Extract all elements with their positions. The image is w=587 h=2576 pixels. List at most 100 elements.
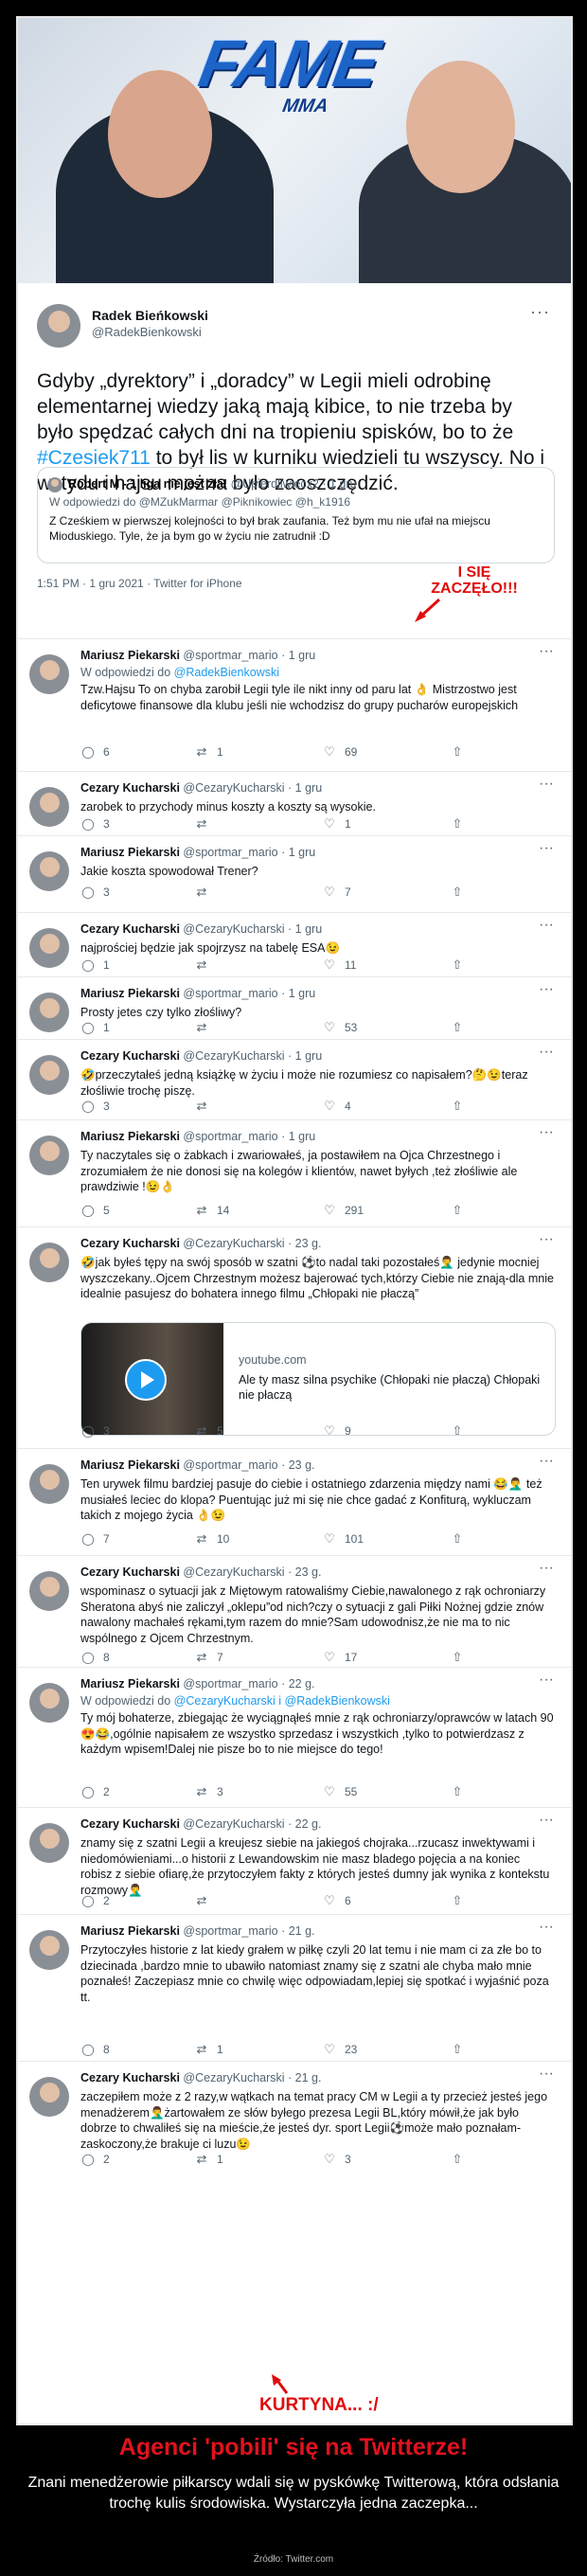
author-name[interactable]: Mariusz Piekarski <box>80 1924 180 1938</box>
author-handle[interactable]: @CezaryKucharski · 21 g. <box>183 2071 321 2084</box>
author-name[interactable]: Cezary Kucharski <box>80 2071 180 2084</box>
author-name[interactable]: Radek Bieńkowski <box>92 308 208 323</box>
more-icon[interactable]: ··· <box>539 1044 554 1061</box>
avatar[interactable] <box>29 1823 69 1863</box>
reply-button[interactable]: ◯ 8 <box>80 2043 109 2056</box>
reply-button[interactable]: ◯ 2 <box>80 2153 109 2166</box>
retweet-button[interactable]: ⇄ 5 <box>194 1424 223 1439</box>
author-name[interactable]: Cezary Kucharski <box>80 1049 180 1063</box>
like-button[interactable]: ♡ 3 <box>322 2153 351 2167</box>
retweet-button[interactable]: ⇄ 7 <box>194 1651 223 1665</box>
avatar[interactable] <box>29 1930 69 1970</box>
like-button[interactable]: ♡ 53 <box>322 1021 357 1035</box>
author-handle[interactable]: @sportmar_mario · 23 g. <box>183 1458 314 1472</box>
avatar[interactable] <box>29 2077 69 2117</box>
video-thumbnail[interactable] <box>81 1323 223 1435</box>
author-name[interactable]: Cezary Kucharski <box>80 1237 180 1250</box>
list-item[interactable]: Cezary Kucharski @CezaryKucharski · 1 gr… <box>18 1039 571 1120</box>
more-icon[interactable]: ··· <box>539 1231 554 1248</box>
list-item[interactable]: Mariusz Piekarski @sportmar_mario · 1 gr… <box>18 1119 571 1227</box>
like-button[interactable]: ♡ 4 <box>322 1100 351 1114</box>
share-button[interactable]: ⇧ <box>450 1204 465 1217</box>
reply-button[interactable]: ◯ 1 <box>80 1021 109 1034</box>
avatar[interactable] <box>29 928 69 968</box>
share-button[interactable]: ⇧ <box>450 817 465 831</box>
author-handle[interactable]: @sportmar_mario · 21 g. <box>183 1924 314 1938</box>
avatar[interactable] <box>37 304 80 348</box>
author-handle[interactable]: @CezaryKucharski · 1 gru <box>183 922 322 936</box>
like-button[interactable]: ♡ 55 <box>322 1785 357 1799</box>
list-item[interactable]: Mariusz Piekarski @sportmar_mario · 23 g… <box>18 1448 571 1556</box>
retweet-button[interactable]: ⇄ <box>194 886 217 899</box>
play-icon[interactable] <box>125 1359 167 1401</box>
list-item[interactable]: Cezary Kucharski @CezaryKucharski · 23 g… <box>18 1226 571 1449</box>
author-name[interactable]: Mariusz Piekarski <box>80 987 180 1000</box>
list-item[interactable]: Cezary Kucharski @CezaryKucharski · 1 gr… <box>18 771 571 836</box>
card-title[interactable]: Ale ty masz silna psychike (Chłopaki nie… <box>239 1372 542 1403</box>
share-button[interactable]: ⇧ <box>450 1532 465 1546</box>
reply-button[interactable]: ◯ 8 <box>80 1651 109 1664</box>
author-handle[interactable]: @CezaryKucharski · 22 g. <box>183 1817 321 1831</box>
like-button[interactable]: ♡ 7 <box>322 886 351 900</box>
retweet-button[interactable]: ⇄ <box>194 817 217 831</box>
quoted-tweet[interactable]: Robert M - 1 liga nie jest zła! @Upierdl… <box>37 467 555 564</box>
list-item[interactable]: Cezary Kucharski @CezaryKucharski · 21 g… <box>18 2061 571 2175</box>
list-item[interactable]: Mariusz Piekarski @sportmar_mario · 1 gr… <box>18 976 571 1040</box>
like-button[interactable]: ♡ 11 <box>322 958 356 973</box>
reply-to-link[interactable]: @RadekBienkowski <box>174 666 279 679</box>
author-name[interactable]: Mariusz Piekarski <box>80 1677 180 1690</box>
more-icon[interactable]: ··· <box>539 1812 554 1829</box>
author-handle[interactable]: @RadekBienkowski <box>92 325 202 339</box>
author-handle[interactable]: @CezaryKucharski · 1 gru <box>183 1049 322 1063</box>
more-icon[interactable]: ··· <box>539 1453 554 1470</box>
like-button[interactable]: ♡ 6 <box>322 1894 351 1908</box>
share-button[interactable]: ⇧ <box>450 745 465 759</box>
retweet-button[interactable]: ⇄ 10 <box>194 1532 230 1547</box>
author-name[interactable]: Mariusz Piekarski <box>80 846 180 859</box>
share-button[interactable]: ⇧ <box>450 1100 465 1113</box>
reply-button[interactable]: ◯ 3 <box>80 886 109 899</box>
retweet-button[interactable]: ⇄ <box>194 958 217 972</box>
list-item[interactable]: Cezary Kucharski @CezaryKucharski · 23 g… <box>18 1555 571 1668</box>
author-handle[interactable]: @sportmar_mario · 1 gru <box>183 846 315 859</box>
reply-button[interactable]: ◯ 3 <box>80 817 109 831</box>
author-handle[interactable]: @CezaryKucharski · 23 g. <box>183 1565 321 1579</box>
avatar[interactable] <box>29 1243 69 1282</box>
like-button[interactable]: ♡ 1 <box>322 817 351 832</box>
avatar[interactable] <box>29 851 69 891</box>
retweet-button[interactable]: ⇄ 14 <box>194 1204 230 1218</box>
share-button[interactable]: ⇧ <box>450 958 465 972</box>
avatar[interactable] <box>29 993 69 1032</box>
author-handle[interactable]: @sportmar_mario · 1 gru <box>183 1130 315 1143</box>
reply-button[interactable]: ◯ 7 <box>80 1532 109 1546</box>
retweet-button[interactable]: ⇄ <box>194 1100 217 1113</box>
more-icon[interactable]: ··· <box>539 2066 554 2083</box>
retweet-button[interactable]: ⇄ 1 <box>194 2153 223 2167</box>
list-item[interactable]: Mariusz Piekarski @sportmar_mario · 21 g… <box>18 1914 571 2062</box>
author-handle[interactable]: @sportmar_mario · 1 gru <box>183 987 315 1000</box>
avatar[interactable] <box>29 1683 69 1723</box>
avatar[interactable] <box>29 787 69 827</box>
more-icon[interactable]: ··· <box>539 1124 554 1141</box>
like-button[interactable]: ♡ 101 <box>322 1532 364 1547</box>
avatar[interactable] <box>29 1136 69 1175</box>
retweet-button[interactable]: ⇄ 1 <box>194 2043 223 2057</box>
like-button[interactable]: ♡ 9 <box>322 1424 351 1439</box>
like-button[interactable]: ♡ 291 <box>322 1204 364 1218</box>
share-button[interactable]: ⇧ <box>450 2043 465 2056</box>
more-icon[interactable]: ··· <box>539 776 554 793</box>
more-icon[interactable]: ··· <box>539 1560 554 1577</box>
reply-button[interactable]: ◯ 3 <box>80 1100 109 1113</box>
retweet-button[interactable]: ⇄ <box>194 1021 217 1034</box>
author-name[interactable]: Mariusz Piekarski <box>80 1130 180 1143</box>
reply-button[interactable]: ◯ 5 <box>80 1204 109 1217</box>
more-icon[interactable]: ··· <box>539 1919 554 1936</box>
author-name[interactable]: Cezary Kucharski <box>80 781 180 795</box>
reply-button[interactable]: ◯ 2 <box>80 1785 109 1798</box>
list-item[interactable]: Mariusz Piekarski @sportmar_mario · 22 g… <box>18 1667 571 1808</box>
more-icon[interactable]: ··· <box>539 643 554 660</box>
share-button[interactable]: ⇧ <box>450 1424 465 1438</box>
reply-button[interactable]: ◯ 1 <box>80 958 109 972</box>
avatar[interactable] <box>29 654 69 694</box>
author-handle[interactable]: @sportmar_mario · 1 gru <box>183 649 315 662</box>
